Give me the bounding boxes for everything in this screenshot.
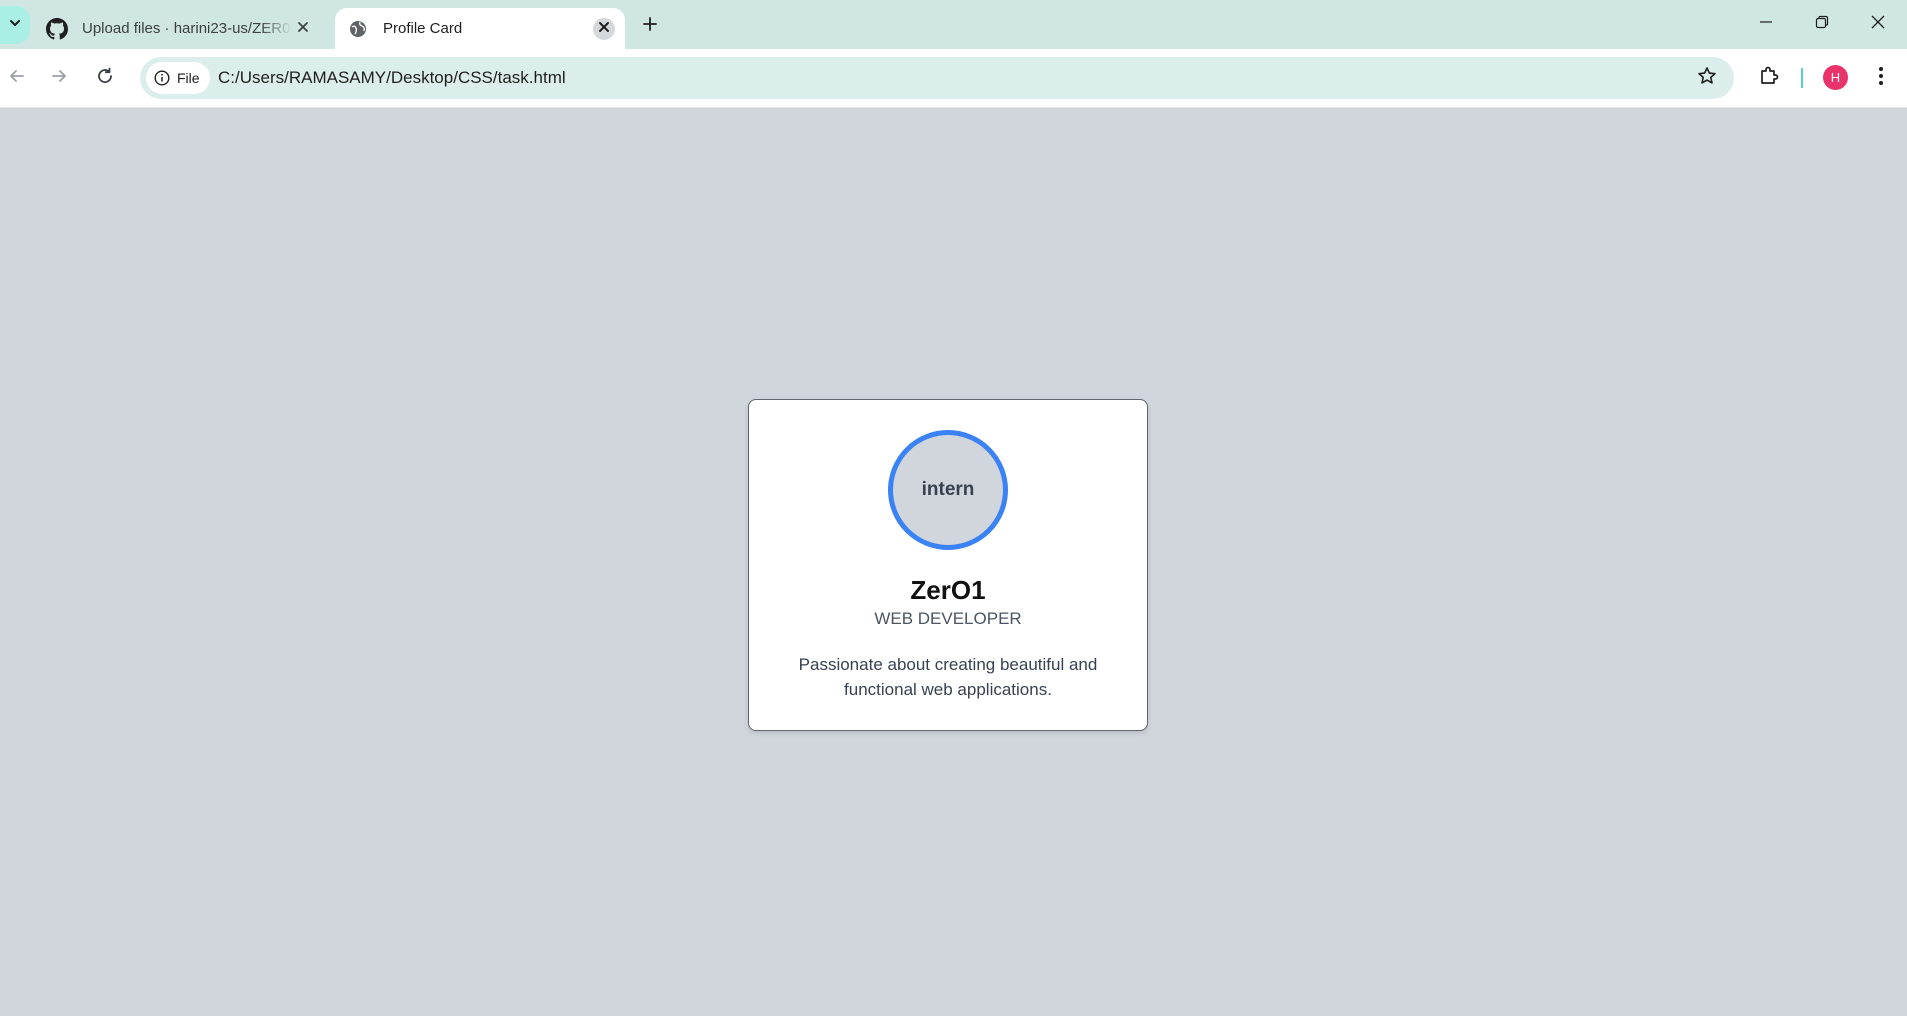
- tab-profile-card[interactable]: Profile Card: [335, 8, 625, 49]
- url-text[interactable]: C:/Users/RAMASAMY/Desktop/CSS/task.html: [218, 68, 566, 88]
- profile-avatar[interactable]: H: [1823, 65, 1848, 90]
- puzzle-icon: [1758, 65, 1780, 92]
- new-tab-button[interactable]: [636, 12, 664, 40]
- back-button[interactable]: [0, 61, 34, 95]
- browser-toolbar: File C:/Users/RAMASAMY/Desktop/CSS/task.…: [0, 49, 1907, 108]
- profile-avatar-circle: intern: [888, 430, 1008, 550]
- github-icon: [46, 17, 68, 40]
- globe-icon: [347, 18, 369, 40]
- restore-icon: [1815, 15, 1829, 34]
- arrow-right-icon: [50, 67, 68, 90]
- minimize-icon: [1759, 15, 1773, 34]
- close-icon: [1871, 15, 1885, 34]
- close-window-button[interactable]: [1850, 0, 1906, 49]
- profile-card: intern ZerO1 WEB DEVELOPER Passionate ab…: [748, 399, 1148, 731]
- close-tab-button[interactable]: [292, 18, 314, 40]
- tab-title: Profile Card: [383, 20, 463, 37]
- tab-upload-files[interactable]: Upload files · harini23-us/ZER01: [36, 8, 324, 49]
- tab-title: Upload files · harini23-us/ZER01: [82, 20, 292, 37]
- forward-button[interactable]: [42, 61, 76, 95]
- menu-button[interactable]: [1864, 61, 1898, 95]
- reload-icon: [96, 67, 114, 90]
- profile-bio: Passionate about creating beautiful and …: [798, 655, 1098, 699]
- plus-icon: [642, 16, 658, 37]
- bookmark-button[interactable]: [1694, 65, 1720, 91]
- close-icon: [297, 20, 309, 37]
- minimize-button[interactable]: [1738, 0, 1794, 49]
- site-chip-label: File: [177, 70, 200, 86]
- close-icon: [598, 20, 610, 37]
- chevron-down-icon: [8, 16, 22, 35]
- arrow-left-icon: [8, 67, 26, 90]
- toolbar-divider: [1801, 68, 1803, 88]
- profile-role: WEB DEVELOPER: [874, 609, 1022, 628]
- more-vertical-icon: [1878, 66, 1884, 91]
- close-tab-button[interactable]: [593, 17, 615, 40]
- site-info-chip[interactable]: File: [146, 62, 210, 94]
- tab-search-button[interactable]: [0, 6, 30, 44]
- restore-button[interactable]: [1794, 0, 1850, 49]
- profile-name: ZerO1: [910, 575, 986, 605]
- extensions-button[interactable]: [1752, 61, 1786, 95]
- page-viewport: intern ZerO1 WEB DEVELOPER Passionate ab…: [0, 108, 1907, 1016]
- info-icon: [154, 70, 170, 86]
- tab-strip: Upload files · harini23-us/ZER01 Profile…: [0, 0, 1907, 49]
- reload-button[interactable]: [88, 61, 122, 95]
- address-bar[interactable]: File C:/Users/RAMASAMY/Desktop/CSS/task.…: [140, 57, 1734, 99]
- star-icon: [1697, 66, 1717, 91]
